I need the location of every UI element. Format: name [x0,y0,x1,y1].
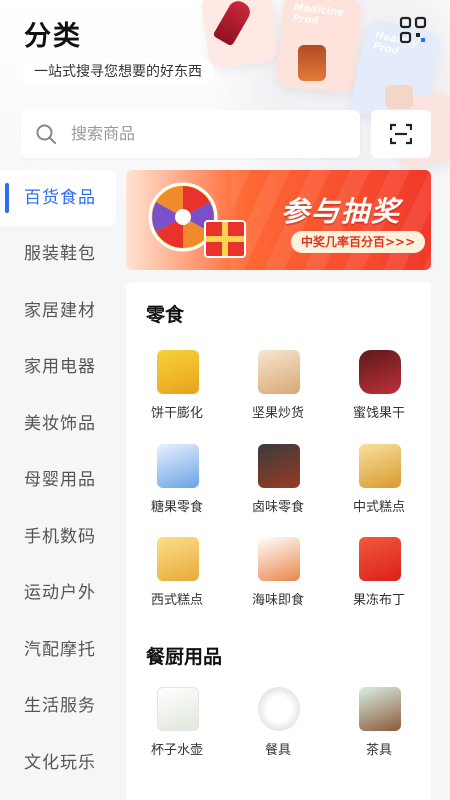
product-category-item[interactable]: 蜜饯果干 [333,350,425,434]
product-category-label: 糖果零食 [150,500,203,515]
tea-set-image [359,687,401,731]
braised-food-image [258,444,300,488]
product-category-label: 餐具 [264,743,291,758]
sidebar-item-label: 服装鞋包 [24,244,96,264]
chips-image [157,350,199,394]
sidebar-item-label: 家用电器 [24,357,96,377]
scan-icon [390,123,412,145]
product-category-item[interactable]: 茶具 [333,687,425,771]
nuts-image [258,350,300,394]
sidebar-item-appliances[interactable]: 家用电器 [0,339,116,395]
product-category-item[interactable]: 西式糕点 [131,537,223,621]
category-panel: 零食 饼干膨化 坚果炒货 蜜饯果干 糖果零食 卤味零食 中式糕点 西式糕点 海味… [126,282,431,800]
product-category-label: 饼干膨化 [150,406,203,421]
product-category-item[interactable]: 果冻布丁 [333,537,425,621]
page-title: 分类 [24,21,82,52]
decor-card-text: Medicine Prod [291,2,345,27]
product-category-item[interactable]: 中式糕点 [333,444,425,528]
bottle-decoration [385,85,413,109]
sidebar-item-label: 家居建材 [24,301,96,321]
sidebar-item-label: 运动户外 [24,583,96,603]
tableware-image [258,687,300,731]
product-category-label: 蜜饯果干 [352,406,405,421]
western-pastry-image [157,537,199,581]
product-category-item[interactable]: 坚果炒货 [232,350,324,434]
product-category-label: 卤味零食 [251,500,304,515]
sidebar-item-apparel[interactable]: 服装鞋包 [0,226,116,282]
product-category-item[interactable]: 杯子水壶 [131,687,223,771]
banner-title: 参与抽奖 [281,195,402,228]
product-category-label: 果冻布丁 [352,593,405,608]
jelly-pudding-image [359,537,401,581]
gift-box-icon [204,220,246,258]
jar-decoration [298,45,326,81]
lottery-banner[interactable]: 参与抽奖 中奖几率百分百>>> [126,170,431,270]
product-category-item[interactable]: 餐具 [232,687,324,771]
sidebar-item-label: 手机数码 [24,527,96,547]
product-category-label: 西式糕点 [150,593,203,608]
section-title-snacks: 零食 [146,304,185,326]
section-title-kitchen: 餐厨用品 [146,646,223,668]
qr-code-button[interactable] [399,16,427,44]
product-category-label: 杯子水壶 [150,743,203,758]
product-category-item[interactable]: 饼干膨化 [131,350,223,434]
sidebar-item-label: 汽配摩托 [24,640,96,660]
sidebar-item-label: 生活服务 [24,696,96,716]
search-bar[interactable]: 搜索商品 [21,110,360,158]
sidebar-item-baby[interactable]: 母婴用品 [0,452,116,508]
product-category-item[interactable]: 糖果零食 [131,444,223,528]
product-category-item[interactable]: 海味即食 [232,537,324,621]
banner-subtitle: 中奖几率百分百>>> [291,231,426,253]
product-category-item[interactable]: 卤味零食 [232,444,324,528]
sidebar-item-groceries[interactable]: 百货食品 [0,170,116,226]
sidebar-item-home-building[interactable]: 家居建材 [0,283,116,339]
seafood-snack-image [258,537,300,581]
scan-button[interactable] [371,110,431,158]
product-category-label: 中式糕点 [352,500,405,515]
active-indicator [5,183,9,213]
sidebar-item-culture[interactable]: 文化玩乐 [0,735,116,791]
water-jug-image [157,687,199,731]
sidebar-item-auto[interactable]: 汽配摩托 [0,622,116,678]
dried-fruit-image [359,350,401,394]
sidebar-item-label: 文化玩乐 [24,753,96,773]
chinese-pastry-image [359,444,401,488]
sidebar-item-label: 美妆饰品 [24,414,96,434]
sidebar-item-beauty[interactable]: 美妆饰品 [0,396,116,452]
product-category-label: 茶具 [365,743,392,758]
sidebar-item-services[interactable]: 生活服务 [0,678,116,734]
candy-image [157,444,199,488]
sidebar-item-digital[interactable]: 手机数码 [0,509,116,565]
search-placeholder: 搜索商品 [71,124,136,143]
search-icon [36,124,56,144]
category-sidebar: 百货食品 服装鞋包 家居建材 家用电器 美妆饰品 母婴用品 手机数码 运动户外 … [0,170,116,800]
sidebar-item-label: 百货食品 [24,188,96,208]
page-subtitle: 一站式搜寻您想要的好东西 [22,58,214,86]
sidebar-item-sports[interactable]: 运动户外 [0,565,116,621]
product-category-label: 海味即食 [251,593,304,608]
product-category-label: 坚果炒货 [251,406,304,421]
sidebar-item-label: 母婴用品 [24,470,96,490]
qr-code-icon [399,16,427,44]
